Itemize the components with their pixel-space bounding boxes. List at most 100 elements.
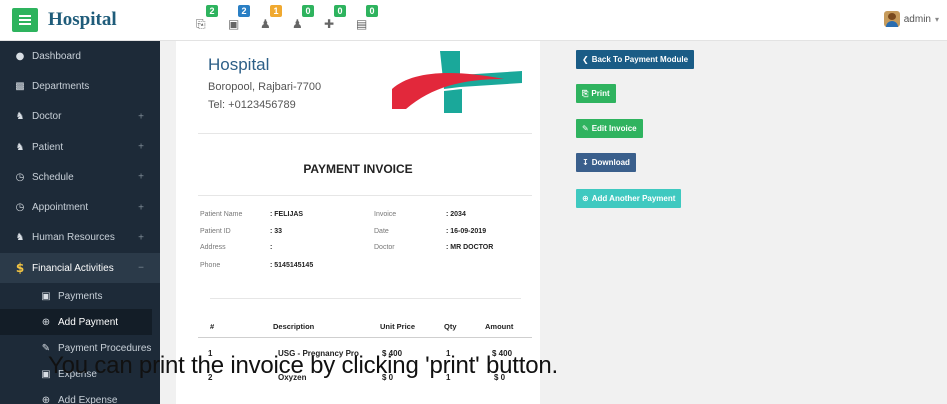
back-to-payment-module-button[interactable]: ❮ Back To Payment Module [576,50,695,69]
money-icon: ▣ [228,17,240,31]
date-label: Date [374,228,389,235]
patient-id-value: : 33 [270,228,283,235]
divider [210,298,521,299]
button-label: Add Another Payment [591,194,676,203]
sidebar-item-patient[interactable]: ♞ Patient + [0,132,160,162]
expand-icon: + [138,232,144,244]
sidebar-item-dashboard[interactable]: ● Dashboard [0,41,160,71]
sidebar-item-financial-activities[interactable]: $ Financial Activities − [0,253,160,284]
hospital-phone: Tel: +0123456789 [208,99,296,111]
button-label: Edit Invoice [591,124,637,133]
phone-label: Phone [200,262,221,269]
collapse-icon: − [138,262,144,274]
hamburger-icon [19,15,31,25]
sidebar-item-doctor[interactable]: ♞ Doctor + [0,102,160,132]
download-button[interactable]: ↧ Download [576,153,636,172]
button-label: Download [591,158,630,167]
notification-user[interactable]: ♟ 1 [258,5,284,35]
button-label: Print [591,89,610,98]
printer-icon: ⎘ [582,88,589,98]
sidebar-item-label: Human Resources [32,232,115,244]
chevron-down-icon: ▾ [934,14,939,24]
add-another-payment-button[interactable]: ⊕ Add Another Payment [576,189,682,208]
notification-clipboard[interactable]: ▤ 0 [354,5,380,35]
hospital-name: Hospital [208,55,270,74]
notification-badge: 0 [302,5,314,17]
plus-circle-icon: ⊕ [41,394,51,404]
notification-badge: 2 [238,5,250,17]
dashboard-icon: ● [15,50,25,62]
dollar-icon: $ [15,261,25,276]
column-header-qty: Qty [444,322,457,331]
doctor-label: Doctor [374,244,395,251]
notification-badge: 2 [206,5,218,17]
divider [198,337,532,338]
sidebar-item-human-resources[interactable]: ♞ Human Resources + [0,223,160,253]
sidebar-subitem-payments[interactable]: ▣ Payments [0,283,160,309]
plus-circle-icon: ⊕ [41,316,51,328]
notification-medkit[interactable]: ✚ 0 [322,5,348,35]
sidebar-item-label: Appointment [32,202,89,214]
medkit-icon: ✚ [324,17,335,31]
address-label: Address [200,244,226,251]
brand-title[interactable]: Hospital [48,9,117,31]
clock-icon: ◷ [15,202,25,214]
hospital-address: Boropool, Rajbari-7700 [208,81,322,93]
invoice-title: PAYMENT INVOICE [303,162,413,176]
print-button[interactable]: ⎘ Print [576,84,616,103]
top-bar: Hospital ⎘ 2 ▣ 2 ♟ 1 ♟ 0 ✚ 0 ▤ 0 admin ▾ [0,0,947,41]
money-icon: ▣ [41,290,51,302]
hospital-logo [392,51,522,113]
patient-id-label: Patient ID [200,228,231,235]
users-icon: ♞ [15,232,25,244]
arrow-left-circle-icon: ❮ [582,55,589,64]
sidebar: ● Dashboard ▩ Departments ♞ Doctor + ♞ P… [0,41,160,404]
invoice-panel: Hospital Boropool, Rajbari-7700 Tel: +01… [176,41,540,404]
clock-icon: ◷ [15,171,25,183]
invoice-number-label: Invoice [374,211,397,218]
notification-bar: ⎘ 2 ▣ 2 ♟ 1 ♟ 0 ✚ 0 ▤ 0 [194,5,386,35]
notification-badge: 1 [270,5,282,17]
sidebar-item-label: Departments [32,80,90,92]
sidebar-subitem-label: Add Expense [58,394,118,404]
sidebar-subitem-add-payment[interactable]: ⊕ Add Payment [0,309,152,336]
column-header-number: # [210,322,215,331]
sidebar-item-departments[interactable]: ▩ Departments [0,71,160,101]
user-icon: ♟ [292,17,303,31]
user-menu[interactable]: admin ▾ [883,11,939,27]
doctor-value: : MR DOCTOR [446,244,494,251]
address-value: : [270,244,273,251]
users-icon: ♞ [15,141,25,153]
printer-icon: ⎘ [196,17,206,31]
edit-invoice-button[interactable]: ✎ Edit Invoice [576,119,643,138]
divider [198,195,532,196]
date-value: : 16-09-2019 [446,228,487,235]
clipboard-icon: ▤ [356,17,368,31]
sidebar-subitem-label: Payments [58,290,103,302]
plus-circle-icon: ⊕ [582,194,589,203]
edit-icon: ✎ [582,124,589,133]
brand: Hospital [12,8,117,32]
sidebar-subitem-add-expense[interactable]: ⊕ Add Expense [0,387,160,404]
notification-printer[interactable]: ⎘ 2 [194,5,220,35]
button-label: Back To Payment Module [591,55,689,64]
user-name: admin [903,13,931,25]
notification-money[interactable]: ▣ 2 [226,5,252,35]
notification-badge: 0 [334,5,346,17]
sidebar-item-label: Financial Activities [32,262,114,274]
sidebar-item-schedule[interactable]: ◷ Schedule + [0,162,160,192]
avatar [883,11,900,27]
sidebar-item-appointment[interactable]: ◷ Appointment + [0,192,160,222]
column-header-unit-price: Unit Price [380,322,416,331]
notification-badge: 0 [366,5,378,17]
patient-name-label: Patient Name [200,211,243,218]
expand-icon: + [138,141,144,153]
expand-icon: + [138,111,144,123]
sidebar-item-label: Schedule [32,171,74,183]
menu-toggle-button[interactable] [12,8,38,32]
invoice-number-value: : 2034 [446,211,466,218]
sidebar-item-label: Dashboard [32,50,81,62]
user-icon: ♟ [260,17,271,31]
users-icon: ♞ [15,111,25,123]
notification-user-2[interactable]: ♟ 0 [290,5,316,35]
